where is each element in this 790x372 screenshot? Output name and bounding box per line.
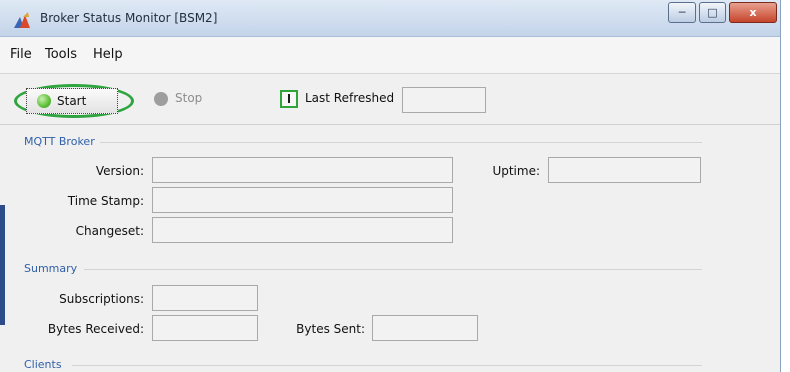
menu-bar: File Tools Help — [0, 37, 780, 74]
mqtt-broker-section-title: MQTT Broker — [24, 135, 95, 148]
clients-section-title: Clients — [24, 358, 62, 371]
summary-section-title: Summary — [24, 262, 78, 275]
title-bar[interactable]: Broker Status Monitor [BSM2] ─ □ x — [0, 0, 780, 37]
close-button[interactable]: x — [729, 2, 777, 23]
version-label: Version: — [95, 164, 144, 178]
subscriptions-label: Subscriptions: — [59, 292, 144, 306]
mqtt-broker-divider — [100, 142, 702, 143]
subscriptions-field — [152, 285, 258, 311]
broker-app-icon — [14, 12, 30, 28]
bytes-sent-field — [372, 315, 478, 341]
start-button-label: Start — [57, 94, 87, 108]
minimize-button[interactable]: ─ — [668, 2, 696, 23]
changeset-label: Changeset: — [75, 224, 144, 238]
bytes-received-label: Bytes Received: — [47, 322, 144, 336]
close-icon: x — [749, 6, 757, 19]
menu-tools[interactable]: Tools — [45, 47, 77, 62]
app-window: Broker Status Monitor [BSM2] ─ □ x File … — [0, 0, 781, 372]
maximize-icon: □ — [707, 6, 718, 19]
green-dot-icon — [37, 94, 51, 108]
bytes-sent-label: Bytes Sent: — [296, 322, 365, 336]
uptime-field — [548, 157, 701, 183]
window-title: Broker Status Monitor [BSM2] — [40, 11, 218, 25]
menu-help[interactable]: Help — [93, 47, 123, 62]
changeset-field — [152, 217, 453, 243]
window-edge-strip — [0, 205, 5, 325]
last-refreshed-label: Last Refreshed — [305, 91, 395, 105]
stop-button[interactable]: Stop — [175, 91, 202, 105]
clients-divider — [72, 365, 702, 366]
timestamp-label: Time Stamp: — [67, 194, 144, 208]
start-button[interactable]: Start — [26, 88, 118, 114]
uptime-label: Uptime: — [492, 164, 540, 178]
gray-dot-icon — [154, 92, 168, 106]
timestamp-field — [152, 187, 453, 213]
menu-file[interactable]: File — [10, 47, 32, 62]
timer-icon[interactable] — [280, 90, 298, 108]
last-refreshed-field — [402, 87, 486, 113]
toolbar: Start Stop Last Refreshed — [0, 74, 780, 125]
maximize-button[interactable]: □ — [699, 2, 726, 23]
minimize-icon: ─ — [678, 6, 686, 19]
version-field — [152, 157, 453, 183]
bytes-received-field — [152, 315, 258, 341]
summary-divider — [84, 269, 702, 270]
